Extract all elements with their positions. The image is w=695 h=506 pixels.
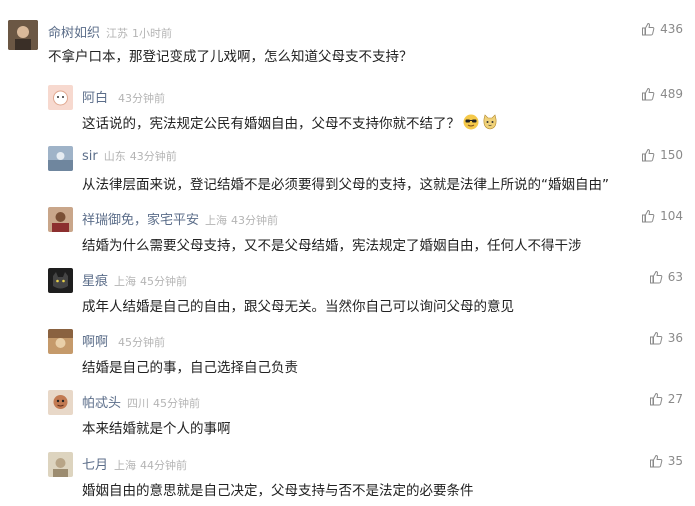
username[interactable]: 七月 [82,458,108,473]
location: 江苏 [106,27,129,40]
thumbs-up-icon [649,454,663,468]
location: 上海 [114,275,137,288]
location: 山东 [103,150,126,163]
comment-text: 不拿户口本，那登记变成了儿戏啊，怎么知道父母支不支持？ [48,49,413,65]
like-button[interactable]: 436 [641,22,683,36]
timestamp: 45分钟前 [118,336,166,349]
comment-text: 成年人结婚是自己的自由，跟父母无关。当然你自己可以询问父母的意见 [82,299,514,315]
like-button[interactable]: 150 [641,148,683,162]
comment-meta: 阿白 43分钟前 [82,87,169,106]
username[interactable]: 啊啊 [82,335,108,350]
avatar[interactable] [8,20,38,50]
avatar[interactable] [48,329,73,354]
comment-meta: 命树如织 江苏 1小时前 [48,22,176,41]
comment-text: 这话说的，宪法规定公民有婚姻自由，父母不支持你就不结了？ [82,112,498,134]
like-button[interactable]: 27 [649,392,683,406]
comment-meta: 祥瑞御免，家宅平安 上海 43分钟前 [82,209,282,228]
like-button[interactable]: 36 [649,331,683,345]
like-count: 150 [660,148,683,162]
avatar[interactable] [48,146,73,171]
username[interactable]: 命树如织 [48,26,100,41]
like-count: 35 [667,454,683,468]
timestamp: 43分钟前 [118,92,166,105]
timestamp: 1小时前 [132,27,173,40]
like-count: 36 [667,331,683,345]
like-count: 63 [667,270,683,284]
comment-text: 婚姻自由的意思就是自己决定，父母支持与否不是法定的必要条件 [82,483,474,499]
avatar[interactable] [48,452,73,477]
thumbs-up-icon [649,331,663,345]
thumbs-up-icon [641,148,655,162]
like-count: 436 [660,22,683,36]
avatar[interactable] [48,85,73,110]
username[interactable]: 祥瑞御免，家宅平安 [82,213,199,228]
comment-meta: 星痕 上海 45分钟前 [82,270,191,289]
avatar[interactable] [48,207,73,232]
like-button[interactable]: 35 [649,454,683,468]
like-count: 27 [667,392,683,406]
username[interactable]: 帕忒头 [82,396,121,411]
location: 上海 [114,459,137,472]
comment-meta: 啊啊 45分钟前 [82,331,169,350]
cat-emoji-icon [482,114,498,134]
sunglasses-emoji-icon [463,114,479,134]
username[interactable]: sir [82,149,98,164]
thumbs-up-icon [641,22,655,36]
timestamp: 43分钟前 [129,150,177,163]
thumbs-up-icon [649,270,663,284]
comment-meta: 七月 上海 44分钟前 [82,454,191,473]
thumbs-up-icon [641,209,655,223]
location: 四川 [127,397,150,410]
avatar[interactable] [48,268,73,293]
comment-meta: sir 山东 43分钟前 [82,148,181,164]
comment-text-body: 这话说的，宪法规定公民有婚姻自由，父母不支持你就不结了？ [82,116,460,132]
timestamp: 43分钟前 [231,214,279,227]
like-count: 489 [660,87,683,101]
username[interactable]: 星痕 [82,274,108,289]
username[interactable]: 阿白 [82,91,108,106]
like-button[interactable]: 104 [641,209,683,223]
like-button[interactable]: 489 [641,87,683,101]
thumbs-up-icon [641,87,655,101]
timestamp: 45分钟前 [140,275,188,288]
comment-text: 从法律层面来说，登记结婚不是必须要得到父母的支持，这就是法律上所说的“婚姻自由” [82,177,609,193]
timestamp: 44分钟前 [140,459,188,472]
thumbs-up-icon [649,392,663,406]
location: 上海 [205,214,228,227]
avatar[interactable] [48,390,73,415]
like-count: 104 [660,209,683,223]
like-button[interactable]: 63 [649,270,683,284]
timestamp: 45分钟前 [153,397,201,410]
comment-text: 本来结婚就是个人的事啊 [82,421,231,437]
comment-meta: 帕忒头 四川 45分钟前 [82,392,204,411]
comment-text: 结婚是自己的事，自己选择自己负责 [82,360,298,376]
comment-text: 结婚为什么需要父母支持，又不是父母结婚，宪法规定了婚姻自由，任何人不得干涉 [82,238,582,254]
